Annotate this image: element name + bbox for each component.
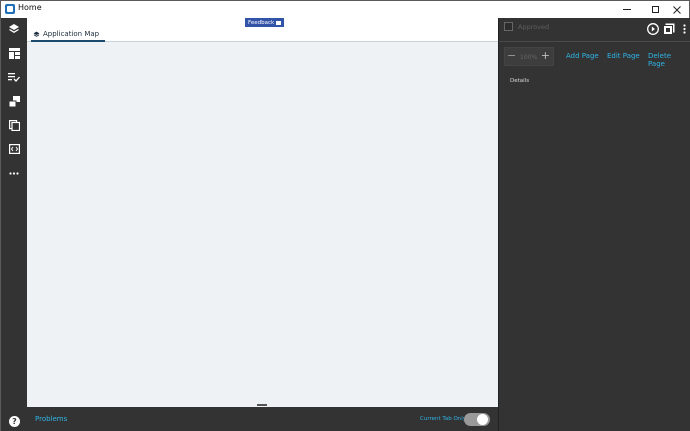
- minimize-button[interactable]: [614, 1, 640, 18]
- toggle-knob: [477, 414, 488, 425]
- delete-page-button[interactable]: Delete Page: [648, 52, 690, 68]
- zoom-in-button[interactable]: +: [541, 50, 550, 62]
- details-heading: Details: [510, 78, 530, 84]
- checklist-icon[interactable]: [5, 68, 23, 86]
- layers-icon[interactable]: [5, 20, 23, 38]
- feedback-label: Feedback: [248, 19, 275, 26]
- zoom-out-button[interactable]: −: [507, 50, 516, 62]
- play-icon[interactable]: [647, 23, 659, 35]
- add-page-button[interactable]: Add Page: [566, 52, 599, 60]
- feedback-button[interactable]: Feedback: [245, 18, 285, 27]
- chat-icon: [276, 20, 282, 25]
- left-sidebar: ?: [1, 18, 27, 431]
- zoom-stepper[interactable]: − 100% +: [504, 47, 554, 66]
- maximize-icon: [651, 6, 659, 13]
- approved-label: Approved: [518, 22, 550, 31]
- divider: [499, 41, 690, 42]
- bottom-bar: Problems Current Tab Only: [27, 407, 498, 431]
- code-icon[interactable]: [5, 140, 23, 158]
- tab-application-map[interactable]: Application Map: [31, 28, 106, 42]
- problems-link[interactable]: Problems: [35, 415, 67, 423]
- app-logo-icon: [5, 4, 15, 14]
- edit-page-button[interactable]: Edit Page: [607, 52, 640, 60]
- panel-resize-handle[interactable]: [257, 404, 267, 406]
- main-canvas[interactable]: Application Map Feedback: [27, 18, 498, 407]
- help-icon[interactable]: ?: [9, 416, 20, 427]
- close-button[interactable]: [664, 1, 690, 18]
- table-layout-icon[interactable]: [5, 44, 23, 62]
- copy-pages-icon[interactable]: [5, 116, 23, 134]
- current-tab-only-label: Current Tab Only: [420, 416, 467, 422]
- minimize-icon: [623, 9, 631, 10]
- checkbox-box[interactable]: [504, 22, 513, 31]
- window-title: Home: [18, 3, 42, 12]
- more-vertical-icon[interactable]: [678, 23, 690, 35]
- close-icon: [673, 5, 681, 14]
- zoom-value: 100%: [520, 54, 538, 61]
- more-icon[interactable]: [5, 164, 23, 182]
- app-window: Home ? Application Map Feedback Problems…: [0, 0, 690, 431]
- tab-strip: Application Map Feedback: [27, 18, 498, 42]
- layers-icon: [33, 31, 40, 37]
- title-bar: Home: [1, 1, 689, 18]
- right-panel: Approved − 100% + Add Page Edit Page Del…: [498, 18, 690, 431]
- save-pages-icon[interactable]: [663, 23, 675, 35]
- tab-label: Application Map: [43, 30, 100, 38]
- transfer-icon[interactable]: [5, 92, 23, 110]
- current-tab-only-toggle[interactable]: [464, 413, 490, 426]
- approved-checkbox[interactable]: Approved: [504, 22, 549, 31]
